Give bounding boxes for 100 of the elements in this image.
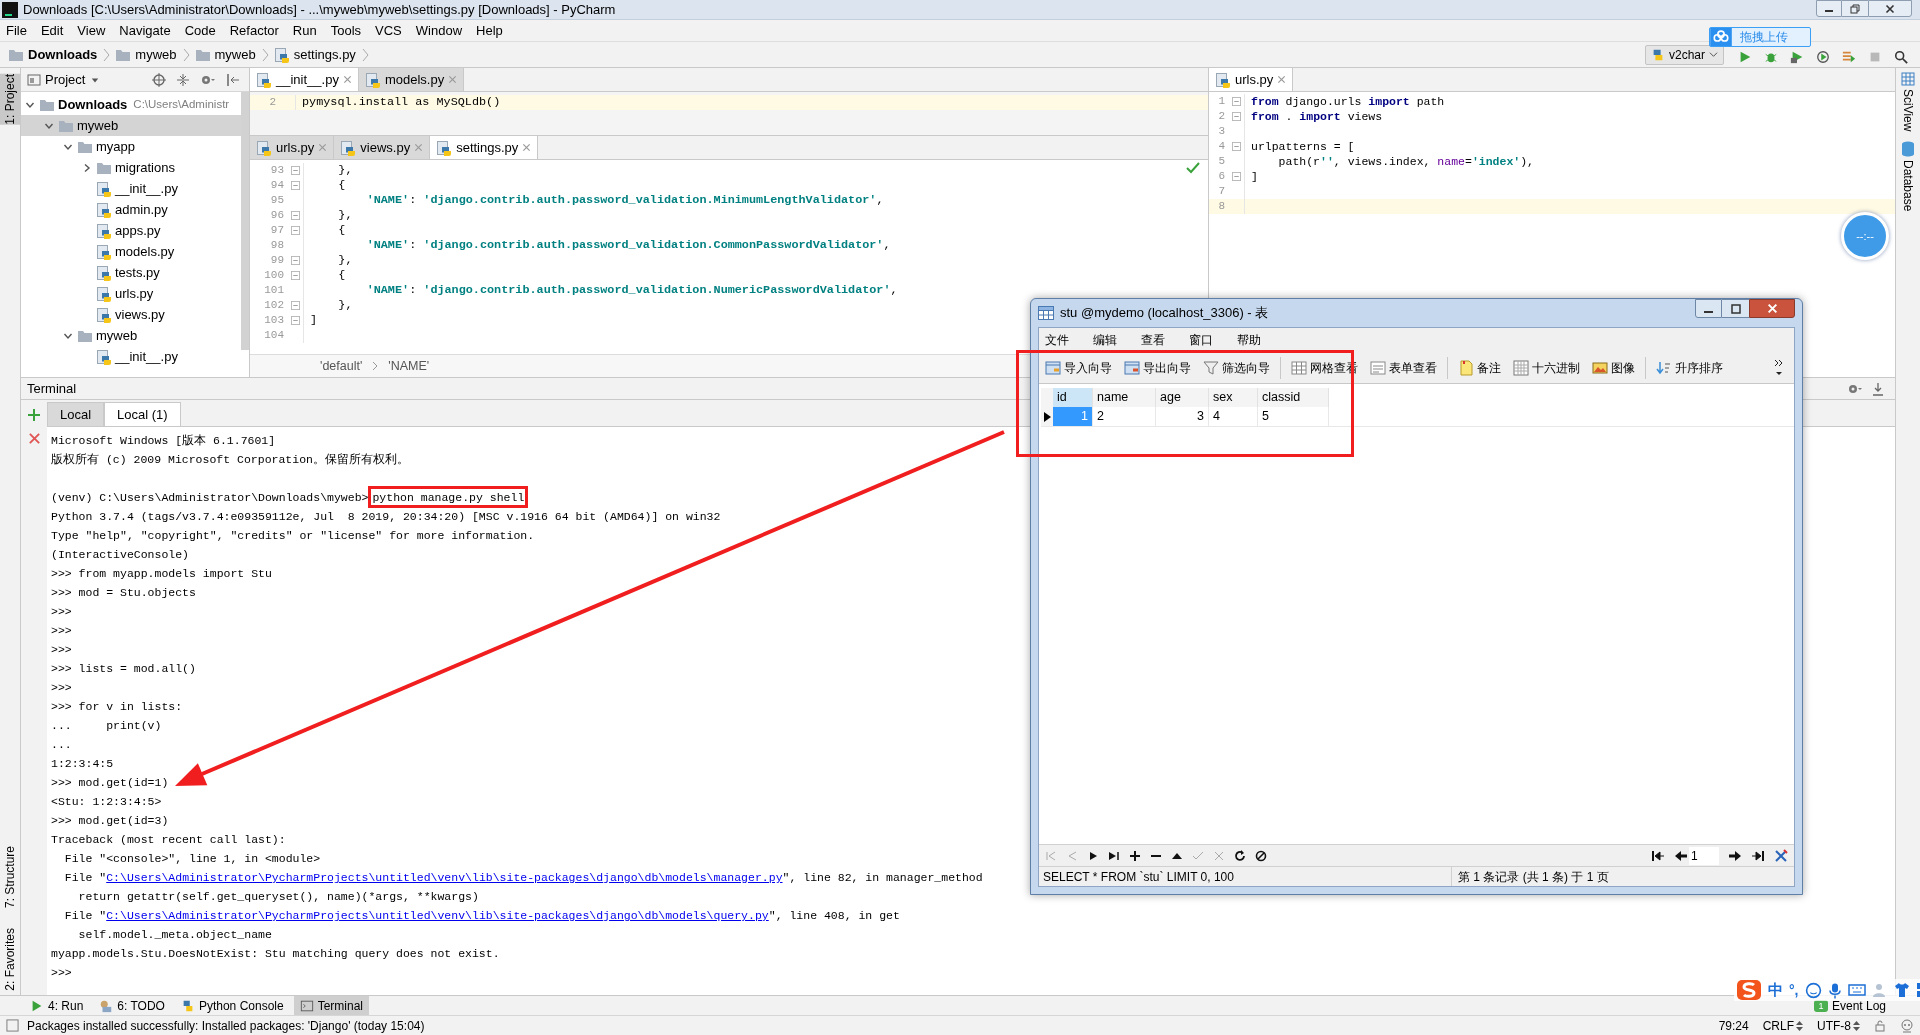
status-item[interactable]: CRLF: [1762, 1016, 1803, 1035]
editor-tab[interactable]: models.py: [358, 68, 465, 91]
tool-window-tab[interactable]: 2: Favorites: [0, 928, 20, 991]
toolbar-button[interactable]: 十六进制: [1511, 355, 1582, 380]
stop-icon[interactable]: [1255, 849, 1267, 862]
fold-marker-icon[interactable]: [291, 301, 300, 310]
ime-logo-icon[interactable]: [1736, 979, 1762, 1001]
column-header[interactable]: classid: [1258, 388, 1329, 407]
menu-item[interactable]: 查看: [1141, 331, 1165, 349]
fold-marker-icon[interactable]: [1232, 97, 1241, 106]
toolbar-button[interactable]: 备注: [1456, 355, 1503, 380]
table-cell[interactable]: 3: [1156, 407, 1209, 426]
menu-item[interactable]: Run: [292, 20, 317, 41]
input-mode-toggle[interactable]: 中: [1768, 978, 1783, 1002]
column-header[interactable]: name: [1093, 388, 1156, 407]
overflow-chevron-icon[interactable]: [1774, 357, 1784, 378]
tool-window-tab[interactable]: Database: [1899, 160, 1917, 212]
tool-window-button[interactable]: Python Console: [174, 996, 290, 1015]
editor-tab[interactable]: settings.py: [430, 136, 539, 159]
terminal-tab[interactable]: Local (1): [104, 402, 181, 426]
panel-toggle-icon[interactable]: [6, 1019, 19, 1032]
menu-item[interactable]: File: [6, 20, 27, 41]
hide-panel-icon[interactable]: [1871, 381, 1885, 396]
toolbar-button[interactable]: 表单查看: [1368, 355, 1439, 380]
tree-item[interactable]: urls.py: [21, 283, 241, 304]
last-icon[interactable]: [1108, 849, 1120, 862]
fold-marker-icon[interactable]: [1232, 142, 1241, 151]
tool-window-button[interactable]: 6: TODO: [93, 996, 171, 1015]
status-item[interactable]: 79:24: [1718, 1016, 1749, 1035]
check-icon[interactable]: [1192, 849, 1204, 862]
microphone-icon[interactable]: [1827, 981, 1842, 999]
last-page-icon[interactable]: [1751, 849, 1765, 862]
punctuation-toggle[interactable]: °,: [1789, 979, 1799, 1001]
editor-tab[interactable]: urls.py: [250, 136, 335, 159]
tools-icon[interactable]: [1774, 848, 1788, 863]
menu-item[interactable]: View: [77, 20, 106, 41]
toolbar-button[interactable]: 图像: [1590, 355, 1637, 380]
inspector-icon[interactable]: [1900, 1018, 1914, 1033]
editor-tab[interactable]: urls.py: [1209, 68, 1294, 91]
tool-window-tab[interactable]: SciView: [1899, 89, 1917, 132]
minimize-button[interactable]: [1695, 299, 1722, 318]
scrollbar-thumb[interactable]: [241, 92, 249, 350]
menu-item[interactable]: 文件: [1045, 331, 1069, 349]
close-icon[interactable]: [522, 143, 532, 152]
tree-item[interactable]: tests.py: [21, 262, 241, 283]
file-link[interactable]: C:\Users\Administrator\PycharmProjects\untitled\venv\lib\site-packages\django\db\models\manager.py: [106, 868, 783, 887]
fold-marker-icon[interactable]: [1232, 172, 1241, 181]
tool-window-tab[interactable]: 7: Structure: [0, 846, 20, 909]
fold-marker-icon[interactable]: [291, 256, 300, 265]
menu-item[interactable]: VCS: [375, 20, 402, 41]
toolbar-button[interactable]: 导出向导: [1122, 355, 1193, 380]
tool-window-tab[interactable]: 1: Project: [0, 74, 20, 125]
search-icon[interactable]: [1894, 49, 1908, 64]
shirt-icon[interactable]: [1893, 982, 1910, 998]
fold-marker-icon[interactable]: [291, 166, 300, 175]
column-header[interactable]: id: [1053, 388, 1093, 407]
target-icon[interactable]: [152, 72, 166, 87]
menu-item[interactable]: Navigate: [119, 20, 171, 41]
next-page-icon[interactable]: [1728, 849, 1742, 862]
close-button[interactable]: [1868, 0, 1912, 17]
restore-button[interactable]: [1842, 0, 1868, 17]
table-cell[interactable]: 2: [1093, 407, 1156, 426]
tree-item[interactable]: myweb: [21, 325, 241, 346]
toolbar-button[interactable]: 筛选向导: [1201, 355, 1272, 380]
close-button[interactable]: [1749, 299, 1795, 318]
tree-item[interactable]: apps.py: [21, 220, 241, 241]
breadcrumb-item[interactable]: 'NAME': [388, 356, 430, 376]
tree-item[interactable]: __init__.py: [21, 178, 241, 199]
first-page-icon[interactable]: [1651, 849, 1665, 862]
menu-item[interactable]: Window: [415, 20, 463, 41]
run-icon[interactable]: [1738, 49, 1752, 64]
tree-item[interactable]: migrations: [21, 157, 241, 178]
cancel-icon[interactable]: [1213, 849, 1225, 862]
toolbar-button[interactable]: 升序排序: [1654, 355, 1725, 380]
fold-marker-icon[interactable]: [291, 226, 300, 235]
terminal-tab[interactable]: Local: [47, 402, 105, 426]
breadcrumb-item[interactable]: myweb: [192, 44, 258, 65]
status-item[interactable]: UTF-8: [1817, 1016, 1860, 1035]
table-cell[interactable]: 4: [1209, 407, 1258, 426]
tree-item[interactable]: myweb: [21, 115, 241, 136]
menu-item[interactable]: 窗口: [1189, 331, 1213, 349]
file-link[interactable]: C:\Users\Administrator\PycharmProjects\untitled\venv\lib\site-packages\django\db\models\query.py: [106, 906, 769, 925]
refresh-icon[interactable]: [1234, 849, 1246, 862]
breadcrumb-item[interactable]: Downloads: [6, 44, 100, 65]
row-selector[interactable]: [1041, 407, 1053, 426]
column-header[interactable]: sex: [1209, 388, 1258, 407]
hide-panel-icon[interactable]: [226, 72, 240, 87]
column-header[interactable]: age: [1156, 388, 1209, 407]
table-cell[interactable]: 5: [1258, 407, 1329, 426]
fold-marker-icon[interactable]: [291, 181, 300, 190]
tree-item[interactable]: views.py: [21, 304, 241, 325]
keyboard-icon[interactable]: [1847, 983, 1866, 997]
lock-icon[interactable]: [1874, 1019, 1886, 1032]
page-number-field[interactable]: 1: [1689, 846, 1719, 865]
breadcrumb-item[interactable]: settings.py: [271, 44, 358, 65]
menu-item[interactable]: 帮助: [1237, 331, 1261, 349]
collapse-icon[interactable]: [176, 72, 190, 87]
menu-item[interactable]: Edit: [40, 20, 64, 41]
breadcrumb-item[interactable]: myweb: [113, 44, 179, 65]
tree-item[interactable]: models.py: [21, 241, 241, 262]
